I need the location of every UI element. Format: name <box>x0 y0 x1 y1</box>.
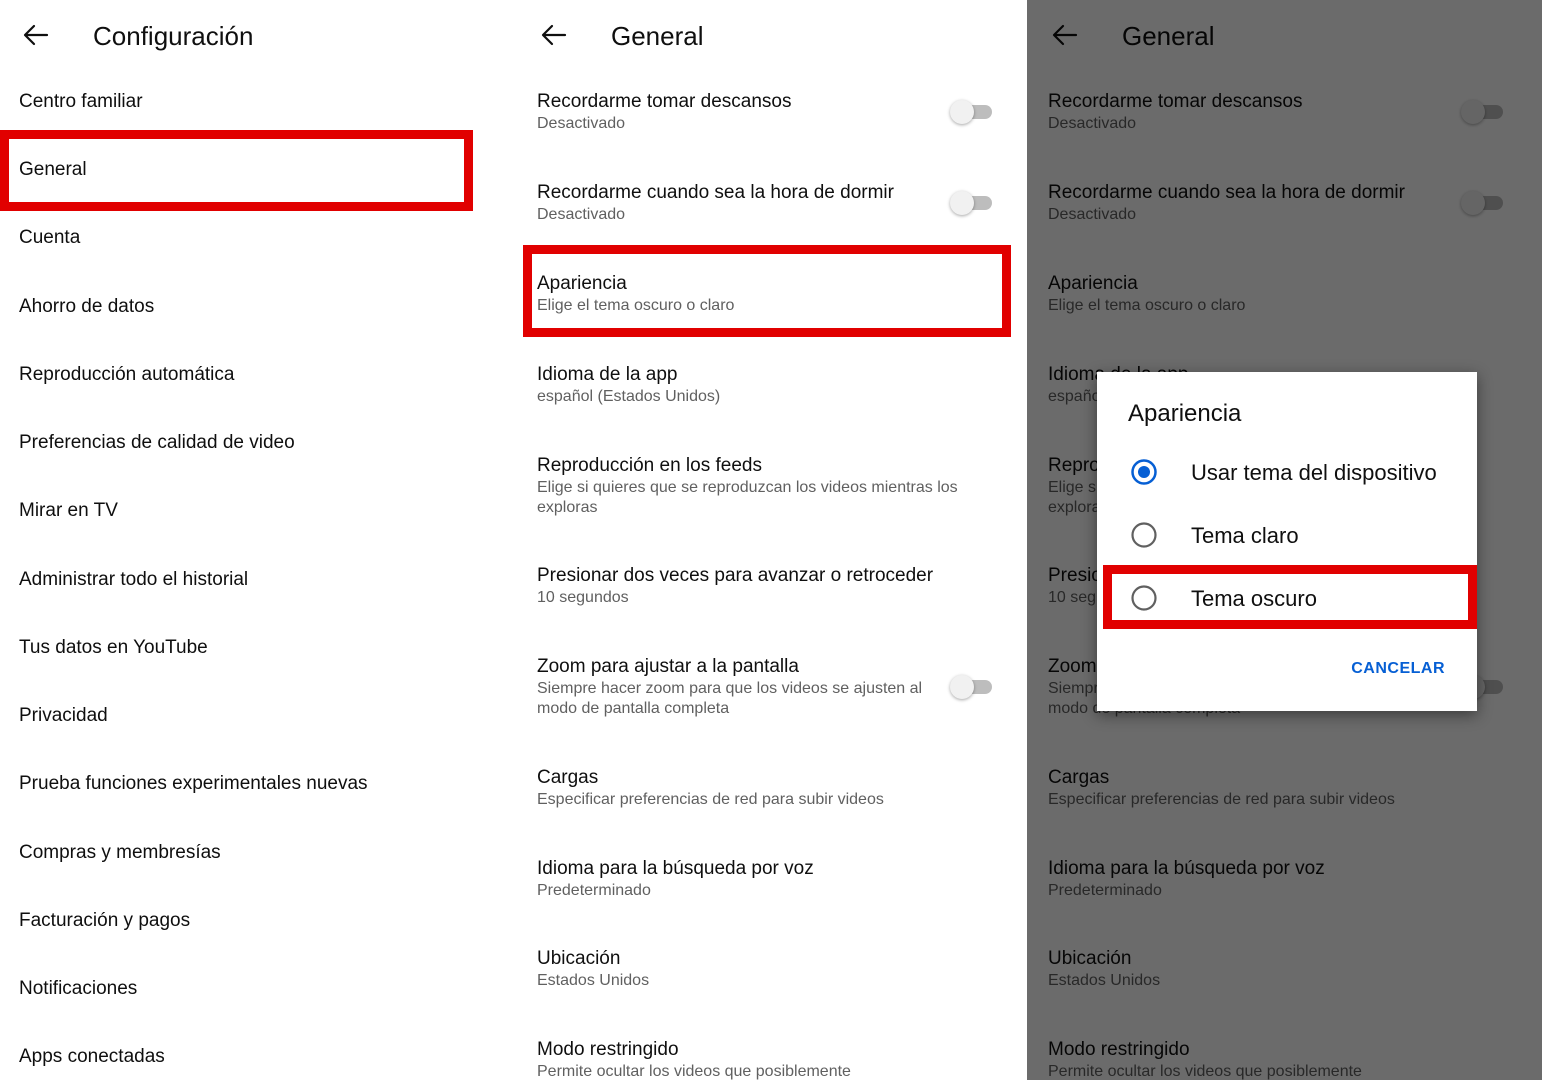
option-label: Usar tema del dispositivo <box>1191 460 1437 485</box>
menu-item-funciones-experimentales[interactable]: Prueba funciones experimentales nuevas <box>19 772 368 796</box>
setting-reproduccion-feeds[interactable]: Reproducción en los feeds Elige si quier… <box>537 454 1027 518</box>
toggle-switch[interactable] <box>950 187 996 217</box>
setting-subtitle: Especificar preferencias de red para sub… <box>537 791 884 808</box>
app-bar: General <box>516 0 1027 72</box>
general-panel: General Recordarme tomar descansos Desac… <box>516 0 1027 1080</box>
radio-unselected-icon[interactable] <box>1130 521 1158 549</box>
app-bar: Configuración <box>0 0 516 72</box>
option-usar-tema-dispositivo[interactable]: Usar tema del dispositivo <box>1097 448 1477 498</box>
menu-item-notificaciones[interactable]: Notificaciones <box>19 977 137 1001</box>
setting-doble-toque[interactable]: Presionar dos veces para avanzar o retro… <box>537 564 1027 608</box>
settings-panel: Configuración Centro familiar General Cu… <box>0 0 516 1080</box>
menu-item-ahorro-de-datos[interactable]: Ahorro de datos <box>19 295 154 319</box>
setting-title: Ubicación <box>537 948 621 969</box>
toggle-switch[interactable] <box>950 96 996 126</box>
setting-subtitle: Elige si quieres que se reproduzcan los … <box>537 479 958 516</box>
setting-subtitle: Estados Unidos <box>537 972 650 989</box>
setting-subtitle: Siempre hacer zoom para que los videos s… <box>537 680 923 717</box>
setting-title: Idioma de la app <box>537 364 678 385</box>
menu-item-cuenta[interactable]: Cuenta <box>19 226 80 250</box>
page-title: Configuración <box>93 21 254 51</box>
setting-subtitle: 10 segundos <box>537 589 629 606</box>
menu-item-facturacion-pagos[interactable]: Facturación y pagos <box>19 909 190 933</box>
highlight-box-general <box>0 130 473 211</box>
back-arrow-icon[interactable] <box>539 20 569 50</box>
setting-subtitle: español (Estados Unidos) <box>537 388 721 405</box>
appearance-dialog: Apariencia Usar tema del dispositivo Tem… <box>1097 372 1477 711</box>
option-tema-claro[interactable]: Tema claro <box>1097 511 1477 561</box>
setting-title: Reproducción en los feeds <box>537 455 762 476</box>
setting-title: Modo restringido <box>537 1039 679 1060</box>
menu-item-administrar-historial[interactable]: Administrar todo el historial <box>19 568 248 592</box>
highlight-box-tema-oscuro <box>1103 565 1477 629</box>
setting-idioma-app[interactable]: Idioma de la app español (Estados Unidos… <box>537 363 1027 407</box>
menu-item-centro-familiar[interactable]: Centro familiar <box>19 90 143 114</box>
dialog-title: Apariencia <box>1128 400 1242 427</box>
menu-item-tus-datos[interactable]: Tus datos en YouTube <box>19 636 208 660</box>
radio-selected-icon[interactable] <box>1130 458 1158 486</box>
setting-subtitle: Predeterminado <box>537 882 651 899</box>
highlight-box-apariencia <box>523 245 1011 337</box>
setting-modo-restringido[interactable]: Modo restringido Permite ocultar los vid… <box>537 1038 1027 1080</box>
menu-item-apps-conectadas[interactable]: Apps conectadas <box>19 1045 165 1069</box>
setting-title: Idioma para la búsqueda por voz <box>537 858 814 879</box>
general-panel-with-dialog: General Recordarme tomar descansos Desac… <box>1027 0 1542 1080</box>
cancel-button[interactable]: CANCELAR <box>1351 660 1445 678</box>
setting-cargas[interactable]: Cargas Especificar preferencias de red p… <box>537 766 1027 810</box>
toggle-switch[interactable] <box>950 671 996 701</box>
menu-item-compras-membresias[interactable]: Compras y membresías <box>19 841 221 865</box>
menu-item-privacidad[interactable]: Privacidad <box>19 704 108 728</box>
menu-item-calidad-de-video[interactable]: Preferencias de calidad de video <box>19 431 295 455</box>
menu-item-reproduccion-automatica[interactable]: Reproducción automática <box>19 363 234 387</box>
back-arrow-icon[interactable] <box>21 20 51 50</box>
setting-title: Cargas <box>537 767 599 788</box>
option-label: Tema claro <box>1191 523 1299 548</box>
menu-item-mirar-en-tv[interactable]: Mirar en TV <box>19 499 118 523</box>
setting-subtitle: Permite ocultar los videos que posibleme… <box>537 1063 851 1080</box>
setting-busqueda-voz[interactable]: Idioma para la búsqueda por voz Predeter… <box>537 857 1027 901</box>
setting-ubicacion[interactable]: Ubicación Estados Unidos <box>537 947 1027 991</box>
setting-title: Presionar dos veces para avanzar o retro… <box>537 565 934 586</box>
page-title: General <box>611 21 704 51</box>
